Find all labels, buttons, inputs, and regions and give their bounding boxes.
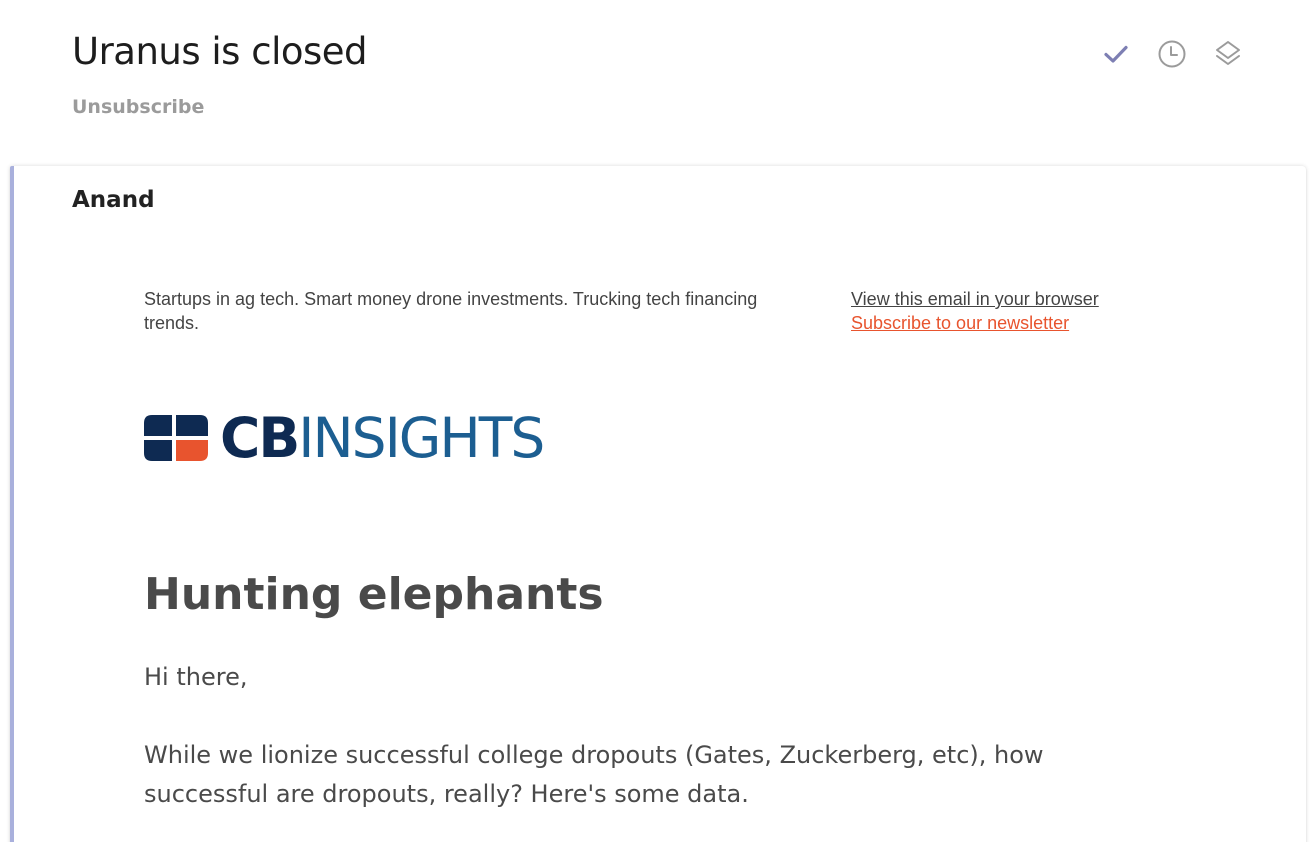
mark-done-button[interactable] bbox=[1100, 38, 1132, 70]
logo-insights-text: INSIGHTS bbox=[298, 406, 545, 470]
clock-icon bbox=[1158, 40, 1186, 68]
check-icon bbox=[1104, 45, 1128, 63]
cb-insights-wordmark: CBINSIGHTS bbox=[220, 410, 545, 466]
top-links: View this email in your browser Subscrib… bbox=[851, 287, 1099, 335]
greeting-text: Hi there, bbox=[144, 663, 248, 691]
message-card: Anand Startups in ag tech. Smart money d… bbox=[10, 166, 1306, 842]
snooze-button[interactable] bbox=[1156, 38, 1188, 70]
thread-header: Uranus is closed Unsubscribe bbox=[0, 0, 1310, 160]
layers-icon bbox=[1216, 41, 1240, 65]
thread-actions bbox=[1100, 38, 1244, 70]
preheader-text: Startups in ag tech. Smart money drone i… bbox=[144, 289, 758, 333]
cb-insights-logo-mark bbox=[144, 415, 208, 461]
cb-insights-logo[interactable]: CBINSIGHTS bbox=[144, 410, 545, 466]
subscribe-newsletter-link[interactable]: Subscribe to our newsletter bbox=[851, 311, 1099, 335]
logo-cb-text: CB bbox=[220, 406, 300, 470]
email-view: Uranus is closed Unsubscribe Anand Start… bbox=[0, 0, 1310, 842]
body-paragraph: While we lionize successful college drop… bbox=[144, 741, 1044, 808]
sender-name[interactable]: Anand bbox=[72, 187, 155, 213]
move-to-button[interactable] bbox=[1212, 38, 1244, 70]
thread-subject: Uranus is closed bbox=[72, 30, 368, 73]
view-in-browser-link[interactable]: View this email in your browser bbox=[851, 287, 1099, 311]
newsletter-headline: Hunting elephants bbox=[144, 569, 604, 620]
unsubscribe-button[interactable]: Unsubscribe bbox=[72, 96, 204, 118]
